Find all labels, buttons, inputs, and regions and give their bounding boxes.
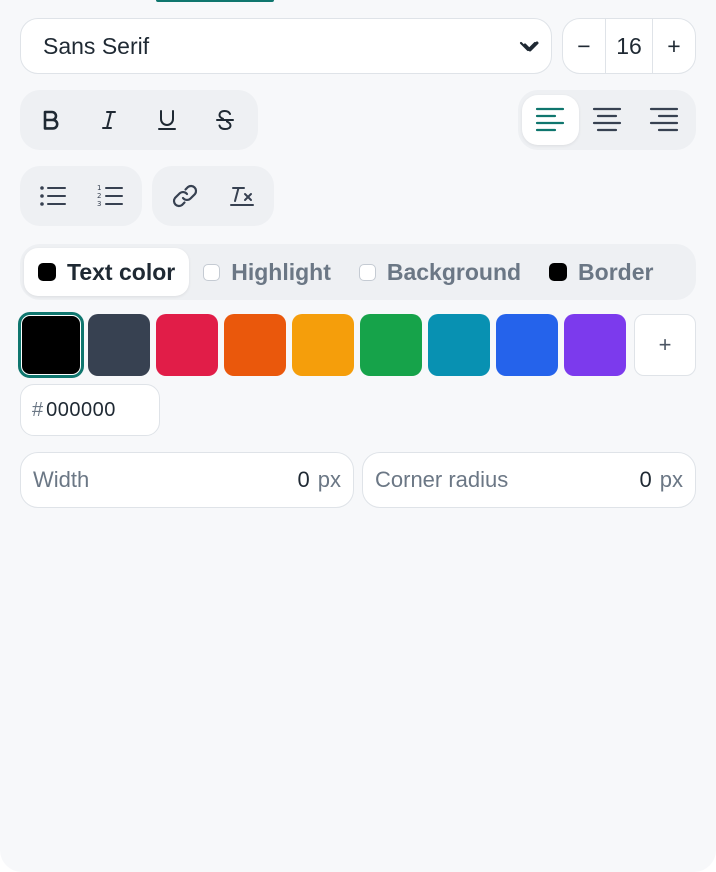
align-center-icon [592,107,622,132]
corner-radius-value: 0 [639,467,652,492]
font-size-stepper: − 16 + [562,18,696,74]
underline-icon [158,110,176,130]
tab-text-color[interactable]: Text color [24,248,190,296]
tab-highlight[interactable]: Highlight [189,248,345,296]
color-swatch[interactable] [292,314,354,376]
tab-border[interactable]: Border [535,248,667,296]
numbered-list-icon: 1 2 3 [97,184,123,208]
active-tab-indicator [156,0,274,2]
tab-label: Border [578,258,654,285]
font-family-value: Sans Serif [43,32,150,59]
border-width-field[interactable]: Width 0 px [20,452,354,508]
text-color-indicator [38,263,56,281]
tab-label: Text color [67,258,176,285]
corner-radius-label: Corner radius [375,467,509,492]
align-left-icon [536,107,565,132]
svg-text:3: 3 [97,200,101,208]
color-swatch[interactable] [156,314,218,376]
color-swatch-row: + [18,312,696,378]
add-color-button[interactable]: + [634,314,696,376]
color-swatch[interactable] [496,314,558,376]
format-button-group [20,90,258,150]
font-family-select[interactable]: Sans Serif [20,18,552,74]
hex-color-field[interactable]: # 000000 [20,384,160,436]
decrease-size-button[interactable]: − [563,19,605,73]
color-swatch[interactable] [428,314,490,376]
align-right-button[interactable] [635,95,692,145]
link-button[interactable] [156,171,213,221]
numbered-list-button[interactable]: 1 2 3 [81,171,138,221]
hex-prefix: # [32,398,44,421]
color-swatch[interactable] [360,314,422,376]
strikethrough-button[interactable] [196,95,254,145]
list-button-group: 1 2 3 [20,166,142,226]
tab-label: Highlight [231,258,331,285]
bullet-list-button[interactable] [24,171,81,221]
bold-button[interactable] [22,95,80,145]
corner-radius-unit: px [659,467,683,492]
text-style-panel: Sans Serif − 16 + 1 2 3 Text color Highl… [0,0,716,872]
link-icon [172,184,197,208]
align-right-icon [649,107,678,132]
svg-text:1: 1 [97,184,101,192]
border-width-label: Width [33,467,90,492]
italic-icon [102,111,116,129]
align-left-button[interactable] [522,95,579,145]
hex-value: 000000 [46,398,116,421]
highlight-indicator [203,263,221,281]
increase-size-button[interactable]: + [653,19,695,73]
color-swatch[interactable] [564,314,626,376]
link-button-group [152,166,274,226]
align-center-button[interactable] [579,95,636,145]
chevron-down-icon [519,41,539,52]
underline-button[interactable] [138,95,196,145]
background-indicator [358,263,376,281]
italic-button[interactable] [80,95,138,145]
clear-formatting-button[interactable] [213,171,270,221]
bullet-list-icon [39,186,66,206]
color-swatch[interactable] [224,314,286,376]
bold-icon [43,110,59,130]
clear-formatting-icon [229,187,254,206]
strikethrough-icon [216,109,234,131]
color-swatch[interactable] [18,312,84,378]
color-target-tabs: Text color Highlight Background Border [20,244,696,300]
corner-radius-field[interactable]: Corner radius 0 px [362,452,696,508]
border-width-value: 0 [297,467,310,492]
tab-background[interactable]: Background [345,248,535,296]
border-width-unit: px [317,467,341,492]
svg-text:2: 2 [97,192,101,200]
alignment-button-group [518,90,696,150]
font-size-value[interactable]: 16 [605,19,653,73]
tab-label: Background [386,258,522,285]
border-indicator [549,263,568,281]
color-swatch[interactable] [88,314,150,376]
